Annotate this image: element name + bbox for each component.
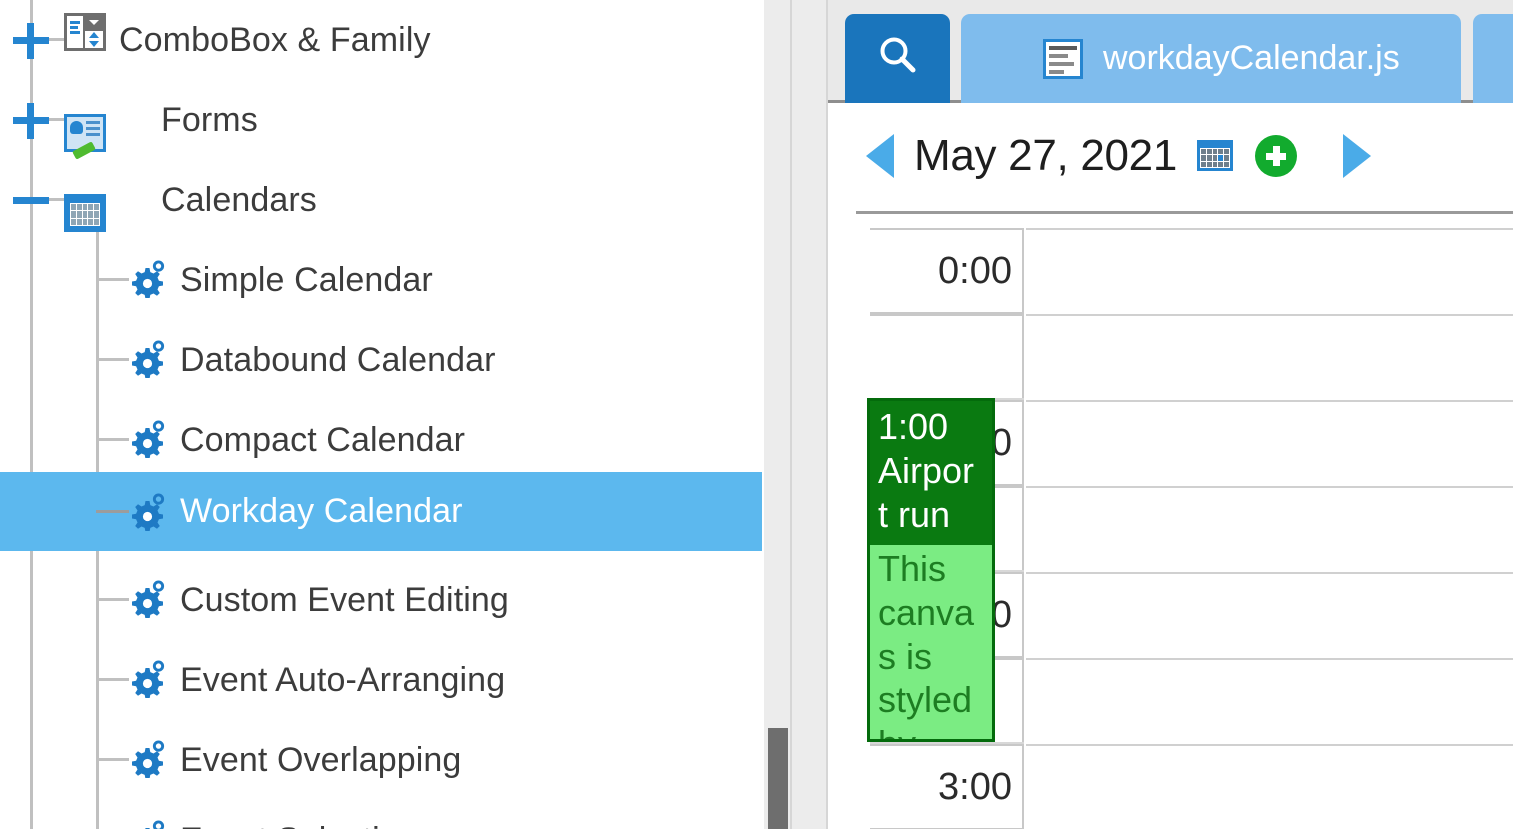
tree-item-label: Compact Calendar xyxy=(180,420,466,459)
tree-item-label: Workday Calendar xyxy=(180,492,463,530)
event-body: This canvas is styled by xyxy=(870,545,992,739)
tree-item-label: Event Auto-Arranging xyxy=(180,660,506,699)
tree-item-label: Event Selection xyxy=(180,821,418,829)
tree-item-compact-calendar[interactable]: Compact Calendar xyxy=(0,400,762,480)
tree-item-event-overlapping[interactable]: Event Overlapping xyxy=(0,720,762,800)
tree-item-combobox-family[interactable]: ComboBox & Family xyxy=(0,0,762,80)
expander-minus-icon[interactable] xyxy=(11,180,51,220)
navigation-tree-panel: ComboBox & Family Forms Calendars Simple… xyxy=(0,0,762,829)
time-label: 3:00 xyxy=(938,765,1012,808)
time-label: 0:00 xyxy=(938,249,1012,292)
search-icon xyxy=(874,32,922,85)
tree-connector xyxy=(96,278,129,281)
event-description: This canvas is styled by xyxy=(878,547,975,739)
grid-line xyxy=(1026,486,1513,488)
panel-splitter[interactable] xyxy=(790,0,828,829)
tree-scrollbar-track[interactable] xyxy=(764,0,790,829)
tree-connector xyxy=(96,358,129,361)
tree-item-event-selection[interactable]: Event Selection xyxy=(0,800,762,829)
gear-icon xyxy=(128,578,172,619)
grid-line xyxy=(1026,658,1513,660)
grid-line xyxy=(1026,572,1513,574)
gear-icon xyxy=(128,338,172,379)
event-title: 1:00 Airport run xyxy=(878,406,975,535)
tree-connector xyxy=(96,758,129,761)
tree-item-label: Custom Event Editing xyxy=(180,580,509,619)
tree-scrollbar-thumb[interactable] xyxy=(768,728,788,829)
calendars-icon xyxy=(64,194,106,232)
previous-day-button[interactable] xyxy=(866,133,894,178)
gear-icon xyxy=(128,658,172,699)
gear-icon xyxy=(128,738,172,779)
tree-connector xyxy=(96,598,129,601)
tab-label: workdayCalendar.js xyxy=(1103,39,1400,77)
expander-plus-icon[interactable] xyxy=(11,100,51,140)
tree-item-label: Event Overlapping xyxy=(180,740,462,779)
gear-icon xyxy=(128,818,172,829)
tree-item-custom-event-editing[interactable]: Custom Event Editing xyxy=(0,560,762,640)
time-slot-row[interactable]: 0:00 xyxy=(870,228,1024,314)
tab-extra[interactable] xyxy=(1473,14,1513,103)
day-event-area[interactable] xyxy=(1026,228,1513,829)
tree-connector xyxy=(96,438,129,441)
tree-item-workday-calendar[interactable]: Workday Calendar xyxy=(0,472,762,551)
grid-line xyxy=(1026,744,1513,746)
tree-item-label: Databound Calendar xyxy=(180,340,496,379)
app-window: ComboBox & Family Forms Calendars Simple… xyxy=(0,0,1513,829)
event-header: 1:00 Airport run xyxy=(870,401,992,545)
forms-icon xyxy=(64,114,106,160)
date-navigation-bar: May 27, 2021 xyxy=(828,103,1513,208)
tab-workday-calendar-js[interactable]: workdayCalendar.js xyxy=(961,14,1461,103)
gear-icon xyxy=(128,491,172,532)
tree-item-label: Simple Calendar xyxy=(180,260,433,299)
tree-item-simple-calendar[interactable]: Simple Calendar xyxy=(0,240,762,320)
add-event-button[interactable] xyxy=(1255,134,1298,177)
grid-line xyxy=(1026,228,1513,230)
tree-item-forms[interactable]: Forms xyxy=(0,80,762,160)
grid-line xyxy=(1026,400,1513,402)
tree-item-label: ComboBox & Family xyxy=(119,20,431,59)
gear-icon xyxy=(128,418,172,459)
tree-item-calendars[interactable]: Calendars xyxy=(0,160,762,240)
tab-strip: workdayCalendar.js xyxy=(828,0,1513,103)
time-slot-row[interactable] xyxy=(870,314,1024,400)
gear-icon xyxy=(128,258,172,299)
tree-connector xyxy=(96,678,129,681)
next-day-button[interactable] xyxy=(1343,133,1372,178)
combobox-icon xyxy=(64,13,106,51)
tree-connector xyxy=(96,510,129,513)
tree-item-event-auto-arranging[interactable]: Event Auto-Arranging xyxy=(0,640,762,720)
grid-line xyxy=(1026,314,1513,316)
tree-item-label: Calendars xyxy=(161,180,317,219)
calendar-event-airport-run[interactable]: 1:00 Airport run This canvas is styled b… xyxy=(867,398,995,742)
tree-item-databound-calendar[interactable]: Databound Calendar xyxy=(0,320,762,400)
expander-plus-icon[interactable] xyxy=(11,20,51,60)
tab-search[interactable] xyxy=(845,14,950,103)
time-slot-row[interactable]: 3:00 xyxy=(870,744,1024,829)
date-picker-icon[interactable] xyxy=(1197,140,1234,171)
current-date-label: May 27, 2021 xyxy=(914,130,1178,180)
tree-item-label: Forms xyxy=(161,100,258,139)
js-file-icon xyxy=(1043,38,1083,79)
